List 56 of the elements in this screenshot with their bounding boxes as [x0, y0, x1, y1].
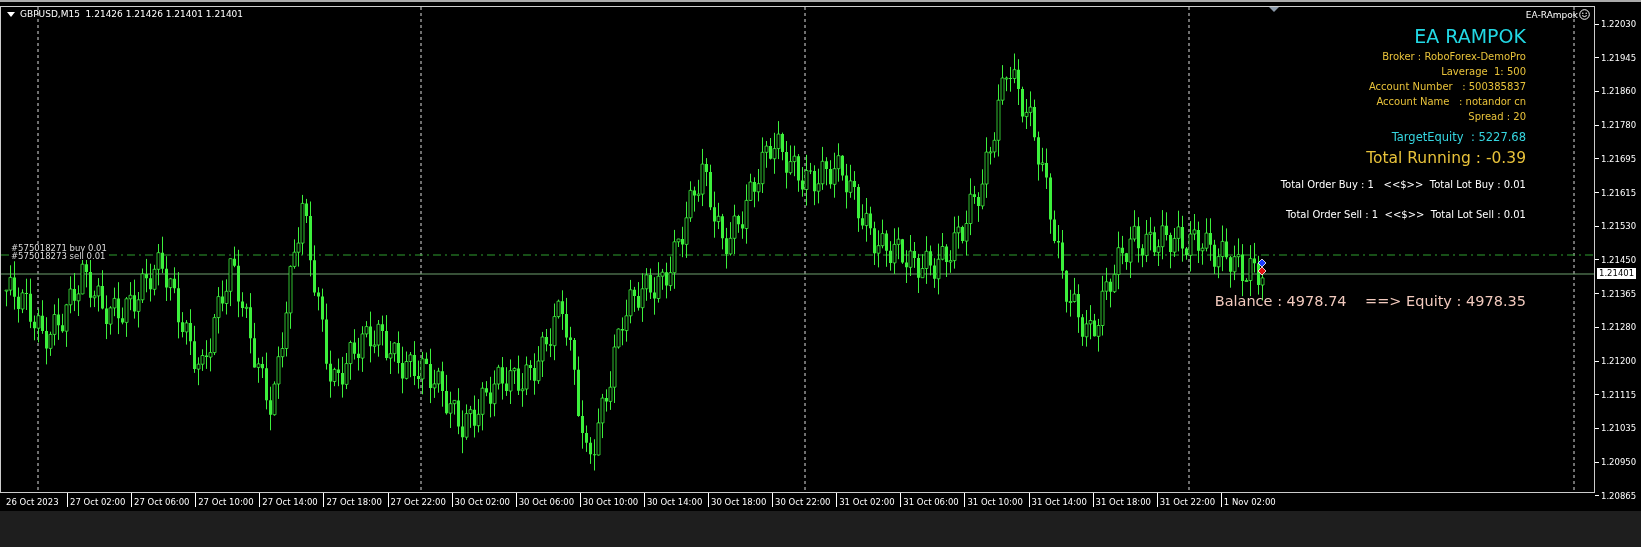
time-label: 27 Oct 22:00: [390, 497, 446, 507]
time-label: 27 Oct 14:00: [262, 497, 318, 507]
time-label: 27 Oct 06:00: [134, 497, 190, 507]
price-label: 1.21035: [1601, 423, 1637, 434]
time-label: 30 Oct 10:00: [582, 497, 639, 507]
price-label: 1.21280: [1601, 322, 1637, 333]
time-label: 27 Oct 18:00: [326, 497, 382, 507]
time-label: 31 Oct 14:00: [1031, 497, 1087, 507]
time-label: 31 Oct 02:00: [839, 497, 895, 507]
price-label: 1.21115: [1601, 389, 1637, 400]
account-info: Account Number : 500385837: [1368, 80, 1526, 94]
price-label: 1.21945: [1601, 52, 1637, 63]
price-label: 1.21530: [1601, 221, 1637, 232]
time-label: 26 Oct 2023: [6, 497, 59, 507]
balance-equity: Balance : 4978.74 ==> Equity : 4978.35: [1214, 293, 1526, 309]
time-label: 31 Oct 22:00: [1159, 497, 1216, 507]
dropdown-caret-icon: [7, 11, 15, 17]
order-summary: Total Order Sell : 1 <<$>> Total Lot Sell : 0.01: [1285, 208, 1526, 222]
current-price-label: 1.21401: [1597, 268, 1637, 279]
price-label: 1.21695: [1601, 153, 1637, 164]
price-label: 1.21780: [1601, 120, 1637, 131]
price-label: 1.21450: [1601, 254, 1637, 265]
price-label: 1.22030: [1601, 19, 1637, 29]
price-label: 1.20865: [1601, 490, 1637, 501]
total-running: Total Running : -0.39: [1366, 148, 1526, 169]
time-label: 30 Oct 14:00: [646, 497, 703, 507]
time-label: 27 Oct 02:00: [70, 497, 126, 507]
panel-title: EA RAMPOK: [1414, 24, 1526, 49]
order-label: #575018273 sell 0.01: [11, 252, 106, 260]
target-equity: TargetEquity : 5227.68: [1391, 129, 1526, 145]
order-summary: Total Order Buy : 1 <<$>> Total Lot Buy : 0.01: [1280, 178, 1526, 192]
time-label: 30 Oct 06:00: [518, 497, 575, 507]
time-label: 30 Oct 18:00: [711, 497, 767, 507]
arrow-marker-icon: [1257, 266, 1267, 276]
symbol-header: GBPUSD,M15 1.21426 1.21426 1.21401 1.21401: [20, 9, 244, 19]
account-info: Spread : 20: [1468, 110, 1526, 124]
time-label: 31 Oct 06:00: [903, 497, 959, 507]
time-label: 31 Oct 18:00: [1095, 497, 1151, 507]
account-info: Account Name : notandor cn: [1376, 95, 1526, 109]
price-label: 1.21860: [1601, 86, 1637, 97]
smiley-icon: [1579, 9, 1590, 20]
time-label: 30 Oct 22:00: [775, 497, 831, 507]
arrow-marker-icon: [1257, 258, 1267, 268]
chart-shift-icon: [1269, 7, 1279, 12]
time-label: 27 Oct 10:00: [198, 497, 254, 507]
time-label: 31 Oct 10:00: [967, 497, 1023, 507]
account-info: Laverage 1: 500: [1441, 65, 1526, 79]
price-label: 1.21365: [1601, 288, 1637, 299]
expert-label: EA-RAmpok: [1525, 9, 1578, 20]
price-label: 1.21200: [1601, 356, 1637, 366]
price-label: 1.21615: [1601, 187, 1637, 198]
time-label: 1 Nov 02:00: [1223, 497, 1276, 507]
time-label: 30 Oct 02:00: [454, 497, 510, 507]
order-label: #575018271 buy 0.01: [11, 244, 107, 252]
price-label: 1.20950: [1601, 457, 1637, 468]
account-info: Broker : RoboForex-DemoPro: [1382, 50, 1526, 64]
